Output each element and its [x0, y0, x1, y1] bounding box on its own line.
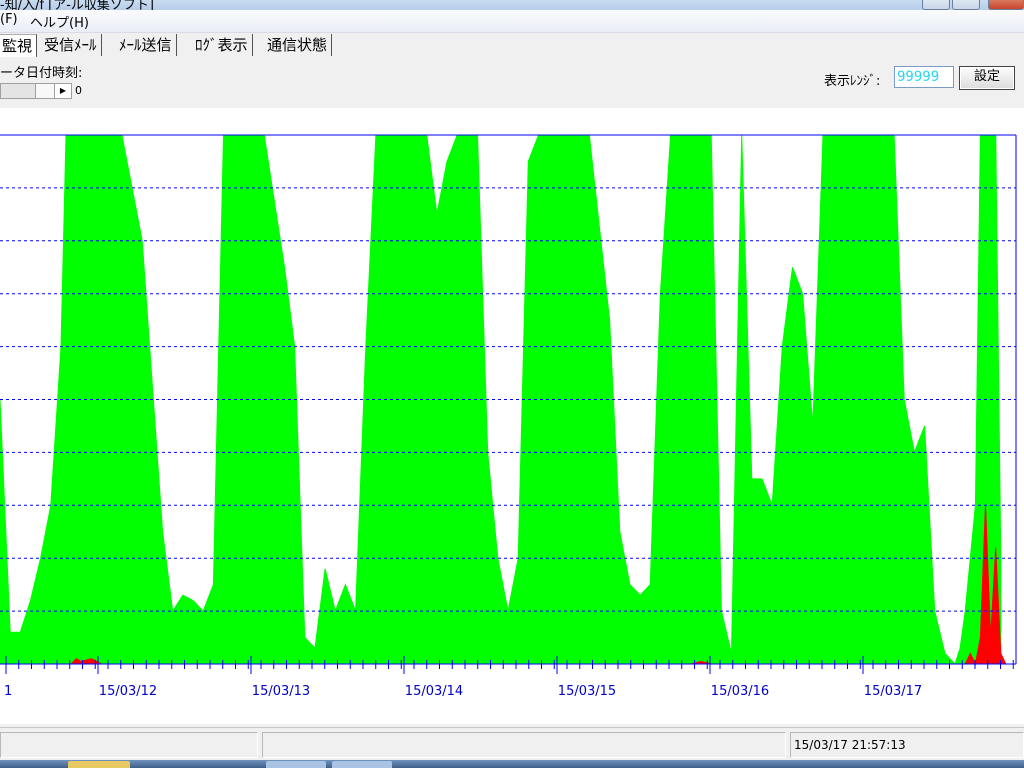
scroll-value: 0 [75, 84, 82, 97]
status-datetime: 15/03/17 21:57:13 [794, 738, 906, 752]
menu-bar: (F) ヘルプ(H) [0, 10, 1024, 33]
taskbar-app-button-1[interactable] [266, 761, 326, 768]
minimize-button[interactable] [922, 0, 950, 10]
taskbar-folder-button[interactable] [68, 761, 130, 768]
set-button[interactable]: 設定 [959, 66, 1015, 90]
status-pane-2 [262, 732, 786, 758]
x-tick-label: 15/03/15 [558, 684, 616, 699]
x-tick-label: 15/03/14 [405, 684, 463, 699]
x-tick-label: 15/03/12 [99, 684, 157, 699]
range-input[interactable]: 99999 [894, 66, 954, 88]
monitor-chart: 1 15/03/12 15/03/13 15/03/14 15/03/15 15/03/1… [0, 108, 1024, 724]
title-bar: -知/入/f [ア-ル収集ソフト] [0, 0, 1024, 10]
window-title: -知/入/f [ア-ル収集ソフト] [0, 0, 154, 10]
status-bar: 15/03/17 21:57:13 [0, 727, 1024, 764]
taskbar [0, 760, 1024, 768]
x-tick-label: 1 [4, 684, 12, 699]
x-tick-label: 15/03/13 [252, 684, 310, 699]
tab-monitor[interactable]: 監視 [0, 34, 38, 57]
time-scrollbar[interactable]: ▶ [0, 83, 72, 99]
taskbar-app-button-2[interactable] [332, 761, 392, 768]
range-label: 表示ﾚﾝｼﾞ: [824, 74, 881, 89]
scroll-right-arrow-icon[interactable]: ▶ [54, 84, 71, 98]
chart-svg: 1 15/03/12 15/03/13 15/03/14 15/03/15 15/03/1… [0, 134, 1017, 699]
menu-help[interactable]: ヘルプ(H) [30, 12, 89, 31]
tab-send-mail[interactable]: ﾒｰﾙ送信 [117, 34, 177, 56]
tab-log-view[interactable]: ﾛｸﾞ表示 [193, 34, 253, 56]
data-time-label: ータ日付時刻: [0, 66, 83, 81]
close-button[interactable] [988, 0, 1024, 10]
x-tick-label: 15/03/16 [711, 684, 769, 699]
tab-comm-status[interactable]: 通信状態 [265, 34, 333, 56]
status-pane-1 [0, 732, 258, 758]
tab-received-mail[interactable]: 受信ﾒｰﾙ [42, 34, 102, 56]
menu-file[interactable]: (F) [0, 12, 18, 27]
x-tick-label: 15/03/17 [864, 684, 922, 699]
maximize-button[interactable] [952, 0, 980, 10]
scroll-thumb[interactable] [35, 84, 55, 98]
